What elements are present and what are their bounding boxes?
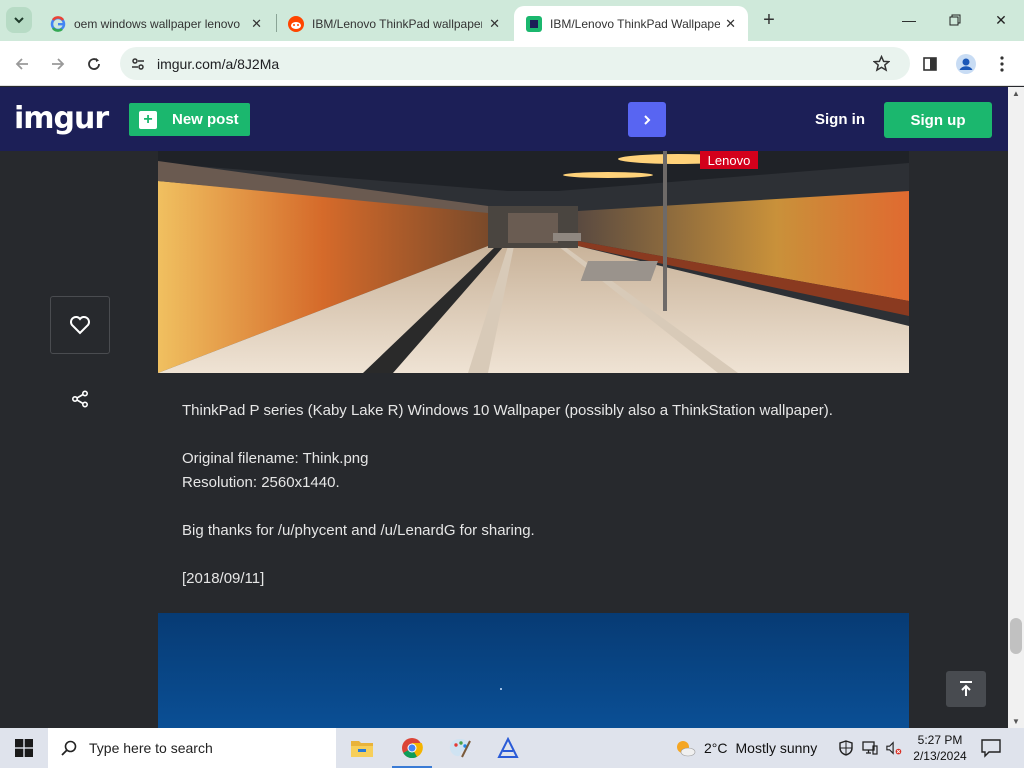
scroll-up-arrow-icon[interactable]: ▲ (1012, 89, 1020, 98)
post-content: Lenovo ThinkPad P series (Kaby Lake R) W… (0, 151, 1008, 728)
triangle-a-icon (497, 737, 519, 758)
restore-button[interactable] (932, 6, 978, 34)
chrome-app[interactable] (388, 728, 436, 768)
close-tab-icon[interactable]: ✕ (489, 16, 500, 32)
weather-widget[interactable]: 2°C Mostly sunny (674, 728, 817, 768)
start-button[interactable] (0, 728, 48, 768)
browser-menu-button[interactable] (990, 52, 1014, 76)
browser-toolbar: imgur.com/a/8J2Ma (0, 41, 1024, 86)
new-post-label: New post (172, 111, 239, 128)
subway-platform-illustration (158, 151, 909, 373)
paint-app[interactable] (436, 728, 484, 768)
notification-icon (981, 739, 1001, 758)
share-button[interactable] (68, 387, 92, 411)
imgur-icon (526, 15, 542, 32)
new-tab-button[interactable]: + (758, 9, 780, 31)
bookmark-star-icon[interactable] (872, 54, 891, 77)
description-line: ThinkPad P series (Kaby Lake R) Windows … (182, 402, 833, 419)
restore-icon (949, 14, 961, 26)
site-settings-icon[interactable] (130, 56, 146, 77)
tab-title: IBM/Lenovo ThinkPad Wallpapers (550, 16, 720, 31)
minimize-icon: — (902, 12, 916, 28)
weather-desc: Mostly sunny (735, 740, 818, 756)
scroll-down-arrow-icon[interactable]: ▼ (1012, 717, 1020, 726)
tab-reddit[interactable]: IBM/Lenovo ThinkPad wallpapers ✕ (276, 6, 512, 41)
tab-title: IBM/Lenovo ThinkPad wallpapers (312, 16, 482, 31)
side-panel-button[interactable] (918, 52, 942, 76)
sign-in-link[interactable]: Sign in (815, 111, 865, 128)
url-text: imgur.com/a/8J2Ma (157, 55, 280, 72)
plus-icon: + (139, 110, 157, 129)
partly-sunny-icon (677, 741, 696, 757)
file-explorer-app[interactable] (338, 728, 386, 768)
tab-imgur-active[interactable]: IBM/Lenovo ThinkPad Wallpapers ✕ (514, 6, 748, 41)
star-dot (500, 688, 502, 690)
share-icon (71, 390, 89, 408)
post-description: ThinkPad P series (Kaby Lake R) Windows … (182, 399, 902, 591)
chevron-right-icon (644, 114, 651, 125)
plus-icon: + (763, 8, 775, 31)
like-button[interactable] (50, 296, 110, 354)
wallpaper-image-blue[interactable] (158, 613, 909, 728)
description-line: Original filename: Think.png (182, 450, 369, 467)
scrollbar-thumb[interactable] (1010, 618, 1022, 654)
description-line: [2018/09/11] (182, 570, 265, 587)
minimize-button[interactable]: — (886, 6, 932, 34)
paint-palette-icon (449, 739, 471, 758)
search-icon (61, 740, 77, 756)
close-window-button[interactable]: ✕ (978, 6, 1024, 34)
sign-up-button[interactable]: Sign up (884, 102, 992, 138)
description-line: Resolution: 2560x1440. (182, 474, 340, 491)
tab-google-search[interactable]: oem windows wallpaper lenovo ✕ (38, 6, 274, 41)
windows-taskbar: Type here to search 2°C Mostly sunny 5:2… (0, 728, 1024, 768)
security-shield-icon[interactable] (838, 740, 854, 756)
wallpaper-image-subway[interactable]: Lenovo (158, 151, 909, 373)
heart-icon (70, 316, 90, 335)
network-icon[interactable] (862, 740, 878, 756)
imgur-header: imgur + New post Sign in Sign up (0, 87, 1008, 151)
reload-button[interactable] (82, 52, 106, 76)
taskbar-search-box[interactable]: Type here to search (48, 728, 336, 768)
side-panel-icon (923, 57, 937, 71)
system-clock[interactable]: 5:27 PM 2/13/2024 (908, 732, 972, 764)
new-post-button[interactable]: + New post (129, 103, 250, 136)
arrow-left-icon (15, 58, 28, 70)
close-icon: ✕ (995, 11, 1007, 28)
lenovo-logo-badge: Lenovo (700, 151, 758, 169)
arrow-up-icon (960, 681, 972, 696)
chrome-icon (402, 738, 423, 759)
notification-center-button[interactable] (980, 738, 1002, 758)
search-placeholder: Type here to search (89, 740, 213, 756)
folder-icon (351, 741, 373, 757)
arrow-right-icon (52, 58, 65, 70)
profile-button[interactable] (954, 52, 978, 76)
back-to-top-button[interactable] (946, 671, 986, 707)
chevron-down-icon (14, 17, 24, 24)
close-tab-icon[interactable]: ✕ (251, 16, 262, 32)
close-tab-icon[interactable]: ✕ (725, 16, 736, 32)
reload-icon (88, 58, 100, 70)
volume-muted-icon[interactable] (886, 740, 902, 756)
description-line: Big thanks for /u/phycent and /u/LenardG… (182, 522, 535, 539)
weather-temp: 2°C (704, 740, 728, 756)
imgur-logo[interactable]: imgur (14, 101, 109, 136)
clock-date: 2/13/2024 (913, 749, 967, 763)
windows-logo-icon (15, 739, 33, 757)
tab-title: oem windows wallpaper lenovo (74, 16, 241, 31)
app-launcher-a[interactable] (484, 728, 532, 768)
profile-avatar-icon (956, 54, 976, 74)
google-icon (50, 15, 66, 32)
forward-button[interactable] (46, 52, 70, 76)
tab-strip: oem windows wallpaper lenovo ✕ IBM/Lenov… (0, 0, 1024, 41)
back-button[interactable] (10, 52, 34, 76)
address-bar[interactable]: imgur.com/a/8J2Ma (120, 47, 910, 80)
next-post-button[interactable] (628, 102, 666, 137)
tab-search-button[interactable] (6, 7, 32, 33)
page-scrollbar[interactable]: ▲ ▼ (1008, 87, 1024, 728)
clock-time: 5:27 PM (917, 733, 963, 747)
reddit-icon (288, 15, 304, 32)
more-vertical-icon (1000, 56, 1004, 72)
